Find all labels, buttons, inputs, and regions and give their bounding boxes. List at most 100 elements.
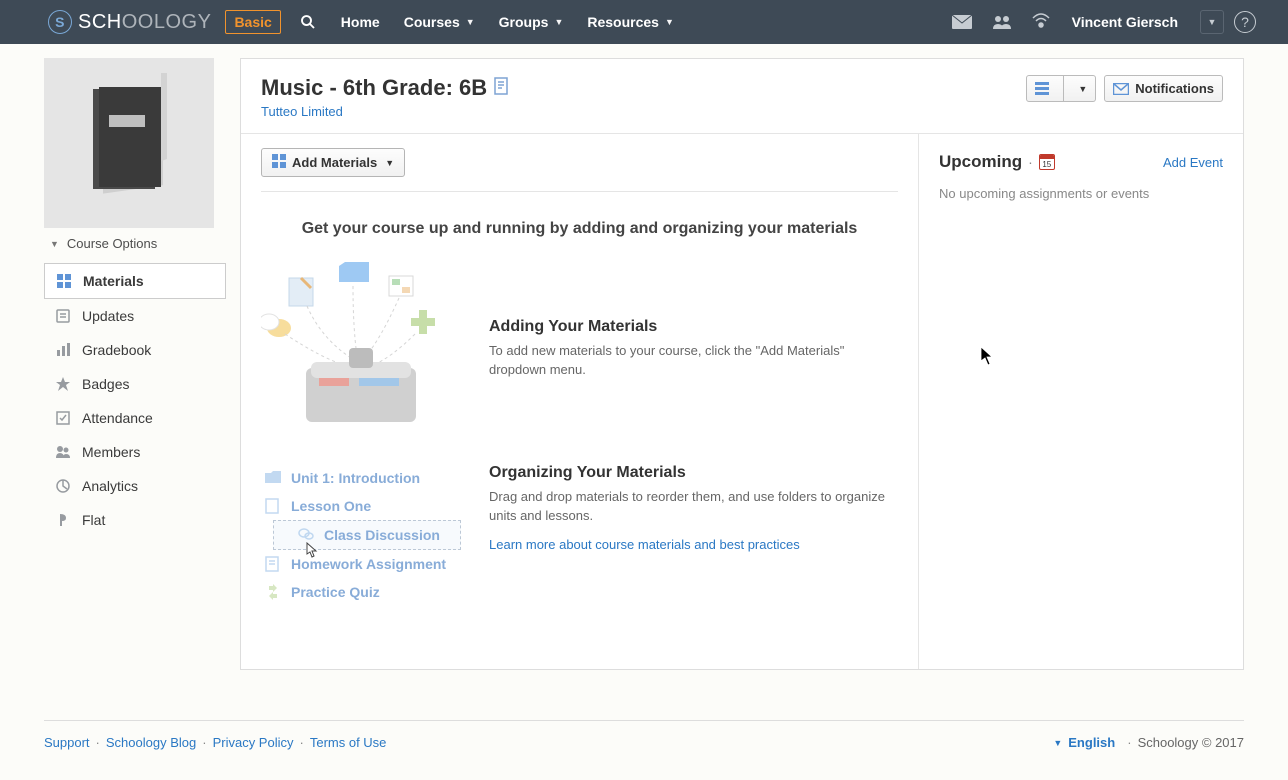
sidebar-item-label: Materials bbox=[83, 273, 144, 289]
example-item-page: Lesson One bbox=[261, 492, 461, 520]
footer-privacy[interactable]: Privacy Policy bbox=[213, 735, 294, 750]
chevron-down-icon: ▼ bbox=[554, 17, 563, 27]
booklet-icon[interactable] bbox=[493, 75, 509, 101]
example-label: Lesson One bbox=[291, 498, 371, 514]
user-menu-toggle[interactable]: ▼ bbox=[1200, 10, 1224, 34]
example-list: Unit 1: Introduction Lesson One Class Di… bbox=[261, 464, 461, 606]
nav-groups-label: Groups bbox=[499, 14, 549, 30]
course-header: Music - 6th Grade: 6B Tutteo Limited ▼ N… bbox=[241, 59, 1243, 134]
list-icon bbox=[1035, 82, 1049, 96]
example-label: Homework Assignment bbox=[291, 556, 446, 572]
upcoming-panel: Upcoming · 15 Add Event No upcoming assi… bbox=[918, 134, 1243, 669]
badges-icon bbox=[54, 375, 72, 393]
footer: Support· Schoology Blog· Privacy Policy·… bbox=[44, 720, 1244, 780]
sidebar-item-materials[interactable]: Materials bbox=[44, 263, 226, 299]
footer-terms[interactable]: Terms of Use bbox=[310, 735, 387, 750]
course-options-label: Course Options bbox=[67, 236, 157, 251]
search-icon[interactable] bbox=[291, 13, 325, 31]
separator: · bbox=[1028, 154, 1033, 170]
sidebar-item-label: Members bbox=[82, 444, 140, 460]
chevron-down-icon: ▼ bbox=[466, 17, 475, 27]
gradebook-icon bbox=[54, 341, 72, 359]
quiz-icon bbox=[265, 584, 283, 600]
organizing-title: Organizing Your Materials bbox=[489, 464, 898, 482]
nav-resources-label: Resources bbox=[587, 14, 659, 30]
chevron-down-icon: ▼ bbox=[50, 239, 59, 249]
top-nav: S SCHOOLOGY Basic Home Courses▼ Groups▼ … bbox=[0, 0, 1288, 44]
course-options[interactable]: ▼ Course Options bbox=[44, 228, 226, 263]
sidebar-item-flat[interactable]: Flat bbox=[44, 503, 226, 537]
materials-panel: Add Materials ▼ Get your course up and r… bbox=[241, 134, 918, 669]
nav-home[interactable]: Home bbox=[329, 0, 392, 44]
learn-more-link[interactable]: Learn more about course materials and be… bbox=[489, 537, 800, 552]
chevron-down-icon: ▼ bbox=[665, 17, 674, 27]
chevron-down-icon: ▼ bbox=[1078, 84, 1087, 94]
logo-text: SCHOOLOGY bbox=[78, 11, 211, 34]
course-title: Music - 6th Grade: 6B bbox=[261, 75, 509, 101]
nav-courses[interactable]: Courses ▼ bbox=[392, 0, 487, 44]
mail-icon[interactable] bbox=[942, 0, 982, 44]
upcoming-empty-text: No upcoming assignments or events bbox=[939, 186, 1223, 201]
calendar-icon[interactable]: 15 bbox=[1039, 154, 1055, 170]
example-label: Practice Quiz bbox=[291, 584, 380, 600]
plan-badge[interactable]: Basic bbox=[225, 10, 280, 34]
adding-illustration bbox=[261, 258, 461, 428]
footer-blog[interactable]: Schoology Blog bbox=[106, 735, 196, 750]
add-materials-button[interactable]: Add Materials ▼ bbox=[261, 148, 405, 177]
page-icon bbox=[265, 498, 283, 514]
side-menu: Materials Updates Gradebook Badges Atten… bbox=[44, 263, 226, 537]
sidebar-item-members[interactable]: Members bbox=[44, 435, 226, 469]
sidebar-item-label: Gradebook bbox=[82, 342, 151, 358]
nav-groups[interactable]: Groups ▼ bbox=[487, 0, 576, 44]
add-materials-icon bbox=[272, 154, 286, 171]
course-title-text: Music - 6th Grade: 6B bbox=[261, 75, 487, 101]
broadcast-icon[interactable] bbox=[1022, 0, 1060, 44]
organizing-body: Drag and drop materials to reorder them,… bbox=[489, 488, 898, 526]
discussion-icon bbox=[298, 528, 316, 542]
attendance-icon bbox=[54, 409, 72, 427]
example-item-discussion-dragging: Class Discussion bbox=[273, 520, 461, 550]
sidebar-item-badges[interactable]: Badges bbox=[44, 367, 226, 401]
members-icon bbox=[54, 443, 72, 461]
adding-title: Adding Your Materials bbox=[489, 318, 898, 336]
notifications-label: Notifications bbox=[1135, 81, 1214, 96]
nav-resources[interactable]: Resources ▼ bbox=[575, 0, 686, 44]
footer-language[interactable]: English bbox=[1068, 735, 1115, 750]
course-org-link[interactable]: Tutteo Limited bbox=[261, 104, 509, 119]
sidebar-item-label: Analytics bbox=[82, 478, 138, 494]
view-dropdown[interactable]: ▼ bbox=[1064, 75, 1096, 102]
example-label: Unit 1: Introduction bbox=[291, 470, 420, 486]
add-materials-label: Add Materials bbox=[292, 155, 377, 170]
course-thumbnail[interactable] bbox=[44, 58, 214, 228]
upcoming-title: Upcoming bbox=[939, 152, 1022, 172]
materials-empty-heading: Get your course up and running by adding… bbox=[261, 220, 898, 238]
footer-support[interactable]: Support bbox=[44, 735, 90, 750]
logo-icon: S bbox=[48, 10, 72, 34]
sidebar-item-attendance[interactable]: Attendance bbox=[44, 401, 226, 435]
list-view-button[interactable] bbox=[1026, 75, 1064, 102]
updates-icon bbox=[54, 307, 72, 325]
sidebar-item-gradebook[interactable]: Gradebook bbox=[44, 333, 226, 367]
example-item-assignment: Homework Assignment bbox=[261, 550, 461, 578]
calendar-day: 15 bbox=[1042, 160, 1051, 169]
envelope-icon bbox=[1113, 83, 1129, 95]
add-event-link[interactable]: Add Event bbox=[1163, 155, 1223, 170]
example-item-quiz: Practice Quiz bbox=[261, 578, 461, 606]
sidebar-item-updates[interactable]: Updates bbox=[44, 299, 226, 333]
nav-courses-label: Courses bbox=[404, 14, 460, 30]
flat-icon bbox=[54, 511, 72, 529]
adding-body: To add new materials to your course, cli… bbox=[489, 342, 898, 380]
analytics-icon bbox=[54, 477, 72, 495]
sidebar-item-analytics[interactable]: Analytics bbox=[44, 469, 226, 503]
footer-copyright: Schoology © 2017 bbox=[1138, 735, 1244, 750]
example-label: Class Discussion bbox=[324, 527, 440, 543]
help-icon[interactable]: ? bbox=[1234, 11, 1256, 33]
view-toggle: ▼ bbox=[1026, 75, 1096, 102]
user-name[interactable]: Vincent Giersch bbox=[1060, 14, 1190, 30]
logo[interactable]: S SCHOOLOGY bbox=[48, 10, 211, 34]
example-item-folder: Unit 1: Introduction bbox=[261, 464, 461, 492]
sidebar-item-label: Flat bbox=[82, 512, 105, 528]
notifications-button[interactable]: Notifications bbox=[1104, 75, 1223, 102]
sidebar-item-label: Badges bbox=[82, 376, 129, 392]
people-icon[interactable] bbox=[982, 0, 1022, 44]
